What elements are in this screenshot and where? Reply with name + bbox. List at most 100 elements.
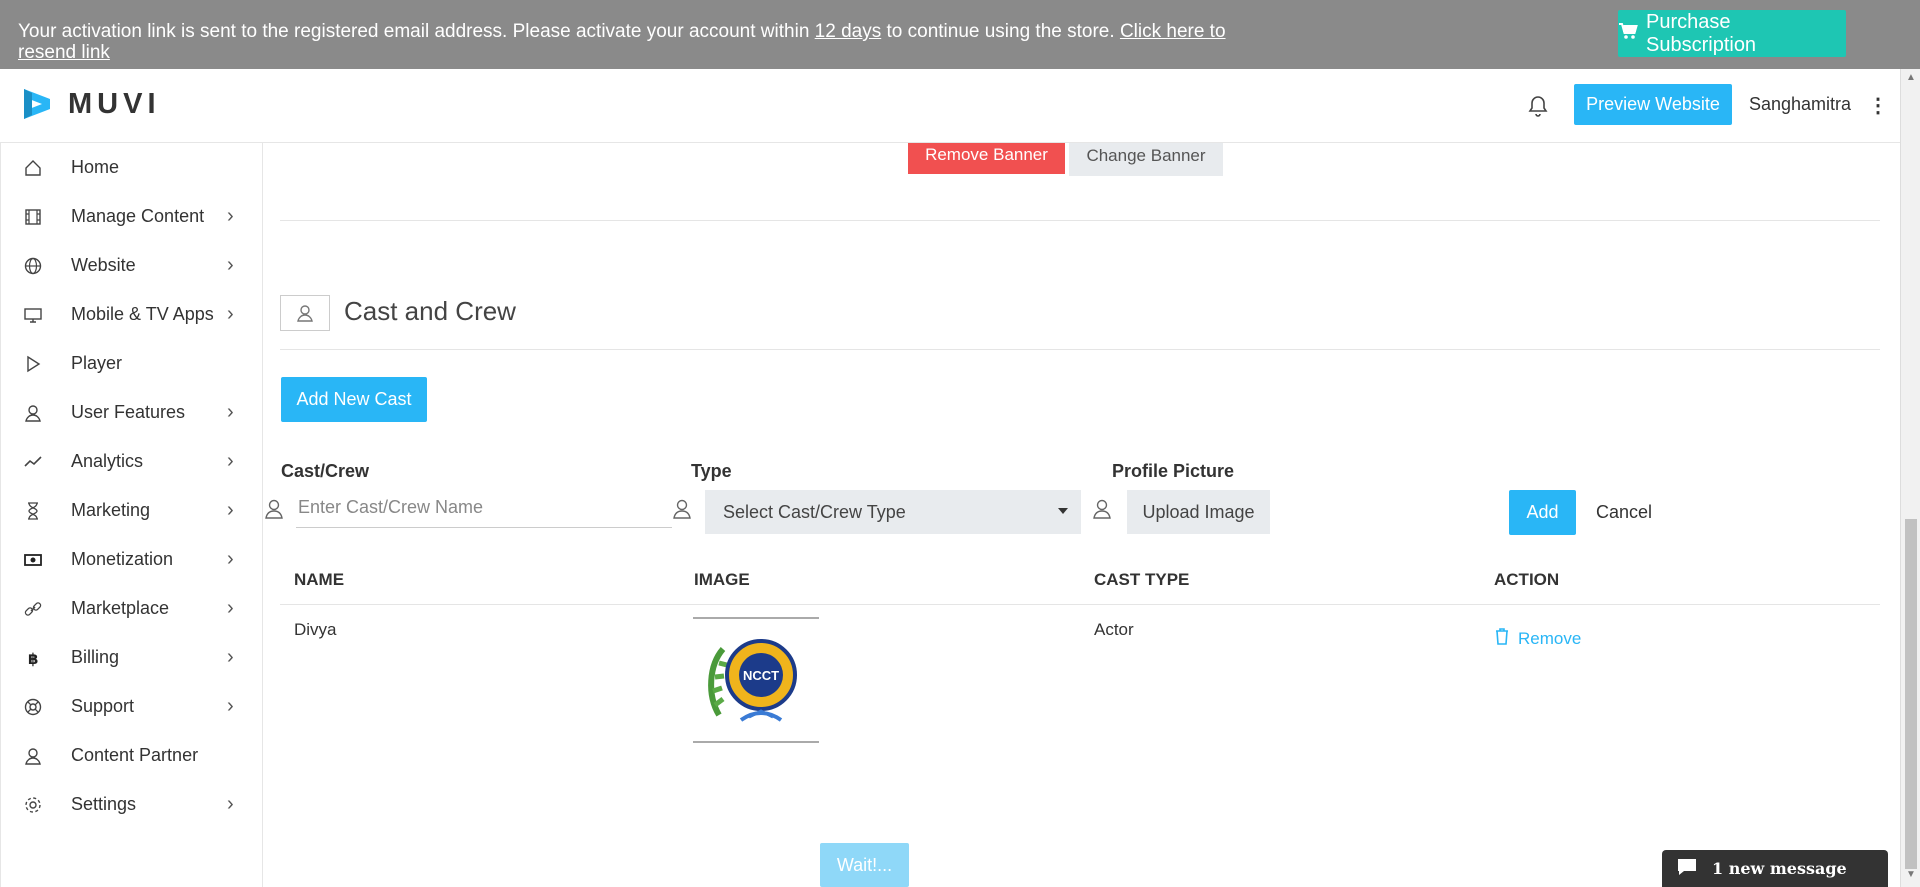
scroll-thumb[interactable] — [1905, 519, 1917, 869]
scroll-down-icon[interactable]: ▼ — [1906, 869, 1916, 880]
main-content: Remove Banner Change Banner Cast and Cre… — [263, 143, 1900, 887]
chevron-right-icon: › — [227, 793, 234, 815]
add-new-cast-button[interactable]: Add New Cast — [281, 377, 427, 422]
chevron-right-icon: › — [227, 254, 234, 276]
sidebar-item-label: User Features — [71, 402, 186, 422]
sidebar-item-billing[interactable]: ฿ Billing › — [1, 633, 263, 682]
sidebar-item-label: Marketing — [71, 500, 151, 520]
cast-image: NCCT — [693, 617, 819, 743]
more-menu-icon[interactable]: ⋮ — [1868, 93, 1888, 118]
chevron-right-icon: › — [227, 548, 234, 570]
sidebar-item-player[interactable]: Player — [1, 339, 263, 388]
user-icon — [297, 305, 313, 322]
table-header-name: NAME — [294, 570, 345, 589]
muvi-logo-icon — [24, 89, 50, 119]
scroll-up-icon[interactable]: ▲ — [1906, 72, 1916, 83]
sidebar-item-label: Support — [71, 696, 135, 716]
sidebar-item-marketing[interactable]: Marketing › — [1, 486, 263, 535]
sidebar-item-analytics[interactable]: Analytics › — [1, 437, 263, 486]
money-icon — [23, 550, 43, 570]
sidebar-item-label: Monetization — [71, 549, 174, 569]
cast-name-input[interactable] — [296, 488, 672, 528]
user-icon — [671, 498, 693, 520]
lifebuoy-icon — [23, 697, 43, 717]
profile-picture-label: Profile Picture — [1112, 461, 1235, 481]
table-header-action: ACTION — [1494, 570, 1560, 589]
chat-label: 1 new message — [1712, 859, 1847, 878]
sidebar-item-label: Billing — [71, 647, 120, 667]
cancel-button[interactable]: Cancel — [1596, 502, 1652, 523]
sidebar-item-label: Mobile & TV Apps — [71, 304, 214, 324]
days-link[interactable]: 12 days — [815, 21, 882, 42]
chat-widget[interactable]: 1 new message — [1662, 850, 1888, 887]
cast-type-selected: Select Cast/Crew Type — [723, 501, 906, 522]
cast-type-select[interactable]: Select Cast/Crew Type — [705, 490, 1081, 534]
sidebar-item-label: Analytics — [71, 451, 144, 471]
partner-icon — [23, 746, 43, 766]
sidebar-item-website[interactable]: Website › — [1, 241, 263, 290]
cast-name-cell: Divya — [294, 620, 337, 639]
purchase-subscription-button[interactable]: Purchase Subscription — [1618, 10, 1846, 57]
divider — [280, 349, 1880, 350]
sidebar-item-settings[interactable]: Settings › — [1, 780, 263, 829]
cast-type-cell: Actor — [1094, 620, 1134, 639]
globe-icon — [23, 256, 43, 276]
chevron-right-icon: › — [227, 597, 234, 619]
sidebar-item-label: Player — [71, 353, 123, 373]
user-icon — [23, 403, 43, 423]
sidebar-item-user-features[interactable]: User Features › — [1, 388, 263, 437]
play-icon — [23, 354, 43, 374]
sidebar-item-label: Home — [71, 157, 120, 177]
purchase-label: Purchase Subscription — [1646, 10, 1757, 56]
sidebar-item-content-partner[interactable]: Content Partner — [1, 731, 263, 780]
logo-text: MUVI — [68, 87, 161, 120]
change-banner-button[interactable]: Change Banner — [1069, 143, 1223, 176]
divider — [280, 604, 1880, 605]
muvi-logo[interactable]: MUVI — [20, 85, 161, 123]
film-icon — [23, 207, 43, 227]
activation-message: Your activation link is sent to the regi… — [18, 21, 1248, 63]
sidebar-item-label: Website — [71, 255, 136, 275]
cast-section-icon — [280, 295, 330, 331]
svg-text:฿: ฿ — [28, 650, 38, 668]
sidebar: Home Manage Content › Website › Mobile & TV A… — [0, 143, 263, 887]
chevron-right-icon: › — [227, 450, 234, 472]
user-icon — [1091, 498, 1113, 520]
chevron-right-icon: › — [227, 646, 234, 668]
chevron-right-icon: › — [227, 695, 234, 717]
chat-bubble-icon — [1676, 857, 1698, 881]
chart-line-icon — [23, 452, 43, 472]
top-navbar: MUVI Preview Website Sanghamitra ⋮ — [0, 69, 1900, 143]
table-header-image: IMAGE — [694, 570, 750, 589]
chevron-right-icon: › — [227, 205, 234, 227]
sidebar-item-label: Content Partner — [71, 745, 199, 765]
cast-crew-label: Cast/Crew — [281, 461, 370, 481]
chevron-right-icon: › — [227, 401, 234, 423]
sidebar-item-marketplace[interactable]: Marketplace › — [1, 584, 263, 633]
home-icon — [23, 158, 43, 178]
cart-icon — [1618, 22, 1638, 46]
sidebar-item-manage-content[interactable]: Manage Content › — [1, 192, 263, 241]
remove-banner-button[interactable]: Remove Banner — [908, 143, 1065, 174]
upload-image-button[interactable]: Upload Image — [1127, 490, 1270, 534]
sidebar-item-support[interactable]: Support › — [1, 682, 263, 731]
sidebar-item-home[interactable]: Home — [1, 143, 263, 192]
link-icon — [23, 599, 43, 619]
add-button[interactable]: Add — [1509, 490, 1576, 535]
sidebar-item-monetization[interactable]: Monetization › — [1, 535, 263, 584]
username[interactable]: Sanghamitra — [1749, 94, 1851, 115]
trash-icon — [1494, 627, 1510, 650]
preview-website-button[interactable]: Preview Website — [1574, 84, 1732, 125]
activation-text-2: to continue using the store. — [881, 21, 1120, 42]
wait-button[interactable]: Wait!... — [820, 843, 909, 887]
chevron-down-icon — [1058, 508, 1068, 514]
page-scrollbar[interactable]: ▲ ▼ — [1900, 69, 1920, 887]
remove-cast-button[interactable]: Remove — [1494, 627, 1581, 650]
bell-icon[interactable] — [1526, 94, 1550, 123]
sidebar-item-label: Settings — [71, 794, 137, 814]
monitor-icon — [23, 305, 43, 325]
section-title: Cast and Crew — [344, 296, 516, 326]
sidebar-item-mobile-tv-apps[interactable]: Mobile & TV Apps › — [1, 290, 263, 339]
chevron-right-icon: › — [227, 303, 234, 325]
activation-text: Your activation link is sent to the regi… — [18, 21, 815, 42]
